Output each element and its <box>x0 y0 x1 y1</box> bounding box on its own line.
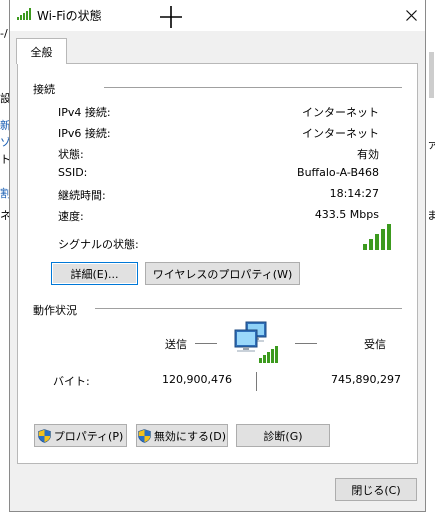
title-bar[interactable]: Wi-Fiの状態 <box>10 0 425 31</box>
bytes-sent-value: 120,900,476 <box>162 373 232 386</box>
wifi-signal-icon <box>17 8 31 20</box>
state-label: 状態: <box>58 148 84 161</box>
signal-bar <box>387 224 391 250</box>
close-button[interactable]: 閉じる(C) <box>335 478 417 501</box>
bg-text-fragment: ァ <box>427 138 435 151</box>
close-icon <box>405 10 417 21</box>
crosshair-cursor-icon <box>160 6 182 28</box>
received-label: 受信 <box>364 338 386 351</box>
uac-shield-icon <box>37 428 51 443</box>
bg-text-fragment: ま <box>427 209 435 222</box>
tab-general[interactable]: 全般 <box>16 38 67 64</box>
properties-button-label: プロパティ(P) <box>53 429 124 443</box>
group-divider <box>95 308 402 309</box>
diagnose-button[interactable]: 診断(G) <box>236 424 330 447</box>
activity-group-header: 動作状況 <box>33 304 77 317</box>
duration-label: 継続時間: <box>58 189 106 202</box>
ipv6-label: IPv6 接続: <box>58 127 111 140</box>
general-tab-panel: 接続 IPv4 接続: インターネット IPv6 接続: インターネット 状態:… <box>17 63 418 464</box>
background-window-right: ァ ま <box>426 0 435 519</box>
duration-value: 18:14:27 <box>329 187 379 200</box>
uac-shield-icon <box>138 428 151 443</box>
wifi-status-dialog: Wi-Fiの状態 全般 接続 IPv4 接続: インターネット IPv6 接続:… <box>9 0 426 512</box>
background-scrollbar <box>429 52 434 98</box>
speed-label: 速度: <box>58 210 84 223</box>
disable-button[interactable]: 無効にする(D) <box>136 424 228 447</box>
close-window-button[interactable] <box>397 0 425 31</box>
received-connector-line <box>295 343 317 344</box>
background-window-left: -/ 設 新 ゾ ト 割 ネ <box>0 0 11 519</box>
sent-label: 送信 <box>165 338 187 351</box>
signal-bar <box>381 229 385 250</box>
signal-quality-label: シグナルの状態: <box>58 238 139 251</box>
properties-button[interactable]: プロパティ(P) <box>34 424 127 447</box>
ipv4-label: IPv4 接続: <box>58 106 111 119</box>
details-button[interactable]: 詳細(E)... <box>51 262 138 285</box>
speed-value: 433.5 Mbps <box>314 208 379 221</box>
signal-bar <box>369 239 373 250</box>
ssid-label: SSID: <box>58 166 88 179</box>
disable-button-label: 無効にする(D) <box>153 429 227 443</box>
signal-bar <box>363 244 367 250</box>
connection-group-header: 接続 <box>33 83 55 96</box>
bytes-label: バイト: <box>53 375 90 388</box>
signal-strength-icon <box>363 224 391 250</box>
sent-connector-line <box>195 343 217 344</box>
state-value: 有効 <box>357 148 379 161</box>
ipv6-value: インターネット <box>302 127 379 140</box>
signal-bar <box>375 234 379 250</box>
bytes-received-value: 745,890,297 <box>331 373 401 386</box>
window-title: Wi-Fiの状態 <box>37 9 102 23</box>
network-computers-icon <box>234 321 278 363</box>
bg-text-fragment: -/ <box>0 27 8 40</box>
wireless-properties-button[interactable]: ワイヤレスのプロパティ(W) <box>145 262 300 285</box>
ipv4-value: インターネット <box>302 106 379 119</box>
bytes-divider <box>256 372 257 391</box>
group-divider <box>104 87 402 88</box>
ssid-value: Buffalo-A-B468 <box>297 166 379 179</box>
